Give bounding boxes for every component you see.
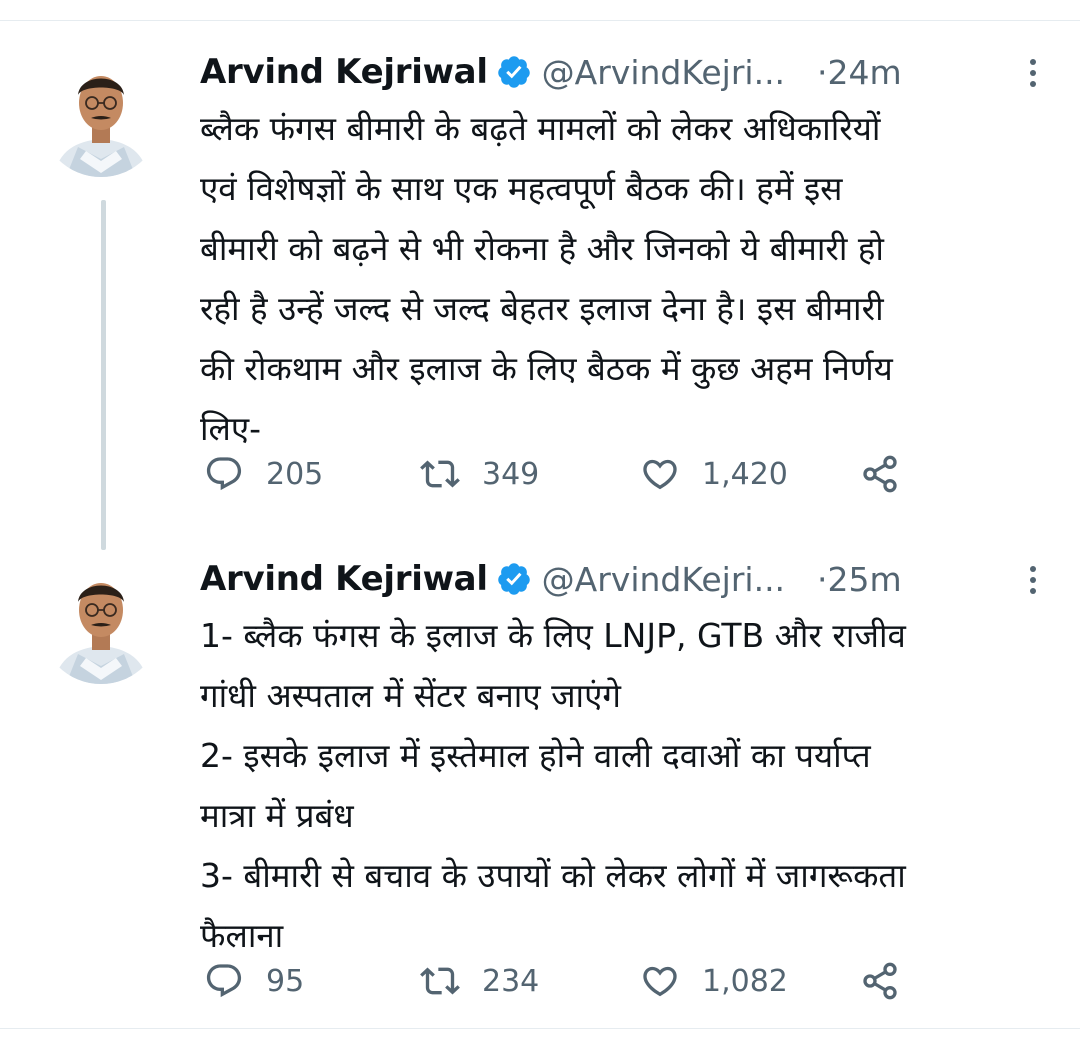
like-button[interactable]: 1,420 bbox=[640, 449, 788, 499]
reply-button[interactable]: 95 bbox=[204, 956, 304, 1006]
retweet-button[interactable]: 234 bbox=[420, 956, 539, 1006]
tweet-text: ब्लैक फंगस बीमारी के बढ़ते मामलों को लेक… bbox=[200, 99, 1060, 459]
tweet-text-line: 1- ब्लैक फंगस के इलाज के लिए LNJP, GTB औ… bbox=[200, 616, 906, 655]
timestamp[interactable]: 25m bbox=[828, 560, 902, 599]
tweet-text-line: गांधी अस्पताल में सेंटर बनाए जाएंगे bbox=[200, 676, 621, 715]
reply-count: 205 bbox=[266, 456, 324, 492]
avatar[interactable] bbox=[40, 562, 162, 684]
author-name[interactable]: Arvind Kejriwal bbox=[200, 559, 488, 599]
separator-dot: · bbox=[817, 52, 828, 92]
verified-badge-icon bbox=[496, 54, 532, 90]
reply-count: 95 bbox=[266, 963, 305, 999]
retweet-icon bbox=[420, 460, 460, 488]
verified-badge-icon bbox=[496, 561, 532, 597]
tweet-text-line: 3- बीमारी से बचाव के उपायों को लेकर लोगो… bbox=[200, 856, 906, 895]
tweet-header: Arvind Kejriwal @ArvindKejri... · 24m bbox=[200, 47, 1045, 97]
heart-icon bbox=[643, 459, 677, 490]
author-handle[interactable]: @ArvindKejri... bbox=[542, 560, 785, 599]
retweet-button[interactable]: 349 bbox=[420, 449, 539, 499]
like-count: 1,420 bbox=[702, 456, 788, 492]
tweet-text-line: 2- इसके इलाज में इस्तेमाल होने वाली दवाओ… bbox=[200, 736, 871, 775]
tweet-text-line: ब्लैक फंगस बीमारी के बढ़ते मामलों को लेक… bbox=[200, 109, 881, 148]
thread-connector-line bbox=[101, 200, 106, 550]
separator-dot: · bbox=[817, 559, 828, 599]
tweet-text-line: एवं विशेषज्ञों के साथ एक महत्वपूर्ण बैठक… bbox=[200, 169, 843, 208]
author-name[interactable]: Arvind Kejriwal bbox=[200, 52, 488, 92]
share-icon bbox=[863, 455, 897, 493]
tweet-actions: 205 349 1,420 bbox=[200, 449, 920, 499]
tweet-actions: 95 234 1,082 bbox=[200, 956, 920, 1006]
like-button[interactable]: 1,082 bbox=[640, 956, 788, 1006]
tweet-text-line: रही है उन्हें जल्द से जल्द बेहतर इलाज दे… bbox=[200, 289, 884, 328]
avatar[interactable] bbox=[40, 55, 162, 177]
retweet-count: 234 bbox=[482, 963, 540, 999]
like-count: 1,082 bbox=[702, 963, 788, 999]
share-button[interactable] bbox=[860, 449, 900, 499]
more-options-icon[interactable] bbox=[1021, 53, 1045, 93]
share-icon bbox=[863, 962, 897, 1000]
share-button[interactable] bbox=[860, 956, 900, 1006]
reply-icon bbox=[206, 964, 242, 998]
tweet-text-line: मात्रा में प्रबंध bbox=[200, 796, 354, 835]
reply-icon bbox=[206, 457, 242, 491]
reply-button[interactable]: 205 bbox=[204, 449, 323, 499]
bottom-divider bbox=[0, 1028, 1080, 1029]
timestamp[interactable]: 24m bbox=[828, 53, 902, 92]
retweet-icon bbox=[420, 967, 460, 995]
tweet-header: Arvind Kejriwal @ArvindKejri... · 25m bbox=[200, 554, 1045, 604]
tweet-text: 1- ब्लैक फंगस के इलाज के लिए LNJP, GTB औ… bbox=[200, 606, 1060, 966]
more-options-icon[interactable] bbox=[1021, 560, 1045, 600]
author-handle[interactable]: @ArvindKejri... bbox=[542, 53, 785, 92]
tweet-text-line: की रोकथाम और इलाज के लिए बैठक में कुछ अह… bbox=[200, 349, 893, 388]
tweet-text-line: बीमारी को बढ़ने से भी रोकना है और जिनको … bbox=[200, 229, 884, 268]
top-divider bbox=[0, 20, 1080, 21]
heart-icon bbox=[643, 966, 677, 997]
retweet-count: 349 bbox=[482, 456, 540, 492]
